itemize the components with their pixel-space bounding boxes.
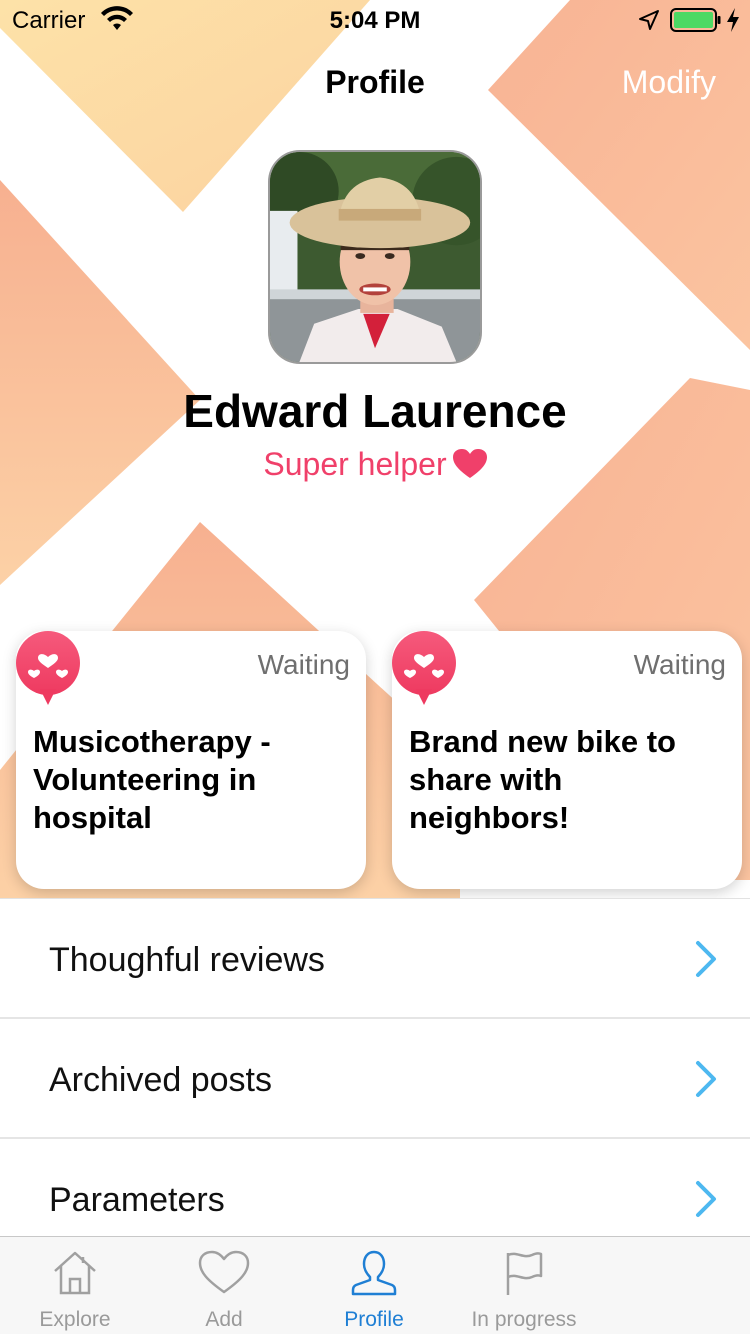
card-title: Brand new bike to share with neighbors!: [409, 724, 676, 835]
hearts-bubble-icon: [16, 631, 80, 705]
chevron-right-icon: [696, 1061, 716, 1097]
tab-add[interactable]: Add: [149, 1237, 299, 1334]
tab-label: Profile: [344, 1308, 404, 1331]
profile-badge: Super helper: [0, 446, 750, 483]
battery-icon: [670, 8, 721, 32]
tab-label: In progress: [471, 1308, 577, 1331]
tab-label: Explore: [39, 1308, 111, 1331]
profile-name: Edward Laurence: [183, 385, 567, 437]
tab-in-progress[interactable]: In progress: [449, 1237, 599, 1334]
card-status: Waiting: [633, 649, 726, 680]
heart-icon: [452, 449, 487, 478]
tab-label: Add: [205, 1308, 243, 1331]
profile-badge-label: Super helper: [263, 446, 447, 482]
chevron-right-icon: [696, 941, 716, 977]
charging-icon: [727, 8, 739, 32]
chevron-right-icon: [696, 1181, 716, 1217]
avatar[interactable]: [268, 150, 482, 364]
card-status: Waiting: [257, 649, 350, 680]
tab-explore[interactable]: Explore: [0, 1237, 150, 1334]
tab-bar: Explore Add Profile In progress: [0, 1236, 750, 1334]
hearts-bubble-icon: [392, 631, 456, 705]
post-card-bike[interactable]: Waiting Brand new bike to share with nei…: [392, 631, 742, 889]
heart-outline-icon: [198, 1250, 250, 1294]
menu-item-archived-posts[interactable]: Archived posts: [0, 1019, 750, 1139]
menu-item-label: Parameters: [49, 1181, 225, 1219]
status-bar: Carrier 5:04 PM: [0, 0, 750, 40]
modify-button[interactable]: Modify: [622, 64, 716, 101]
menu-item-label: Thoughful reviews: [49, 941, 325, 979]
flag-icon: [506, 1252, 543, 1295]
avatar-photo: [270, 152, 480, 362]
location-icon: [639, 10, 659, 30]
menu-item-thoughtful-reviews[interactable]: Thoughful reviews: [0, 899, 750, 1019]
person-icon: [351, 1250, 397, 1296]
home-icon: [54, 1251, 96, 1295]
tab-profile[interactable]: Profile: [299, 1237, 449, 1334]
card-title: Musicotherapy - Volunteering in hospital: [33, 724, 271, 835]
menu-item-label: Archived posts: [49, 1061, 272, 1099]
profile-menu: Thoughful reviews Archived posts Paramet…: [0, 898, 750, 1259]
post-card-musicotherapy[interactable]: Waiting Musicotherapy - Volunteering in …: [16, 631, 366, 889]
